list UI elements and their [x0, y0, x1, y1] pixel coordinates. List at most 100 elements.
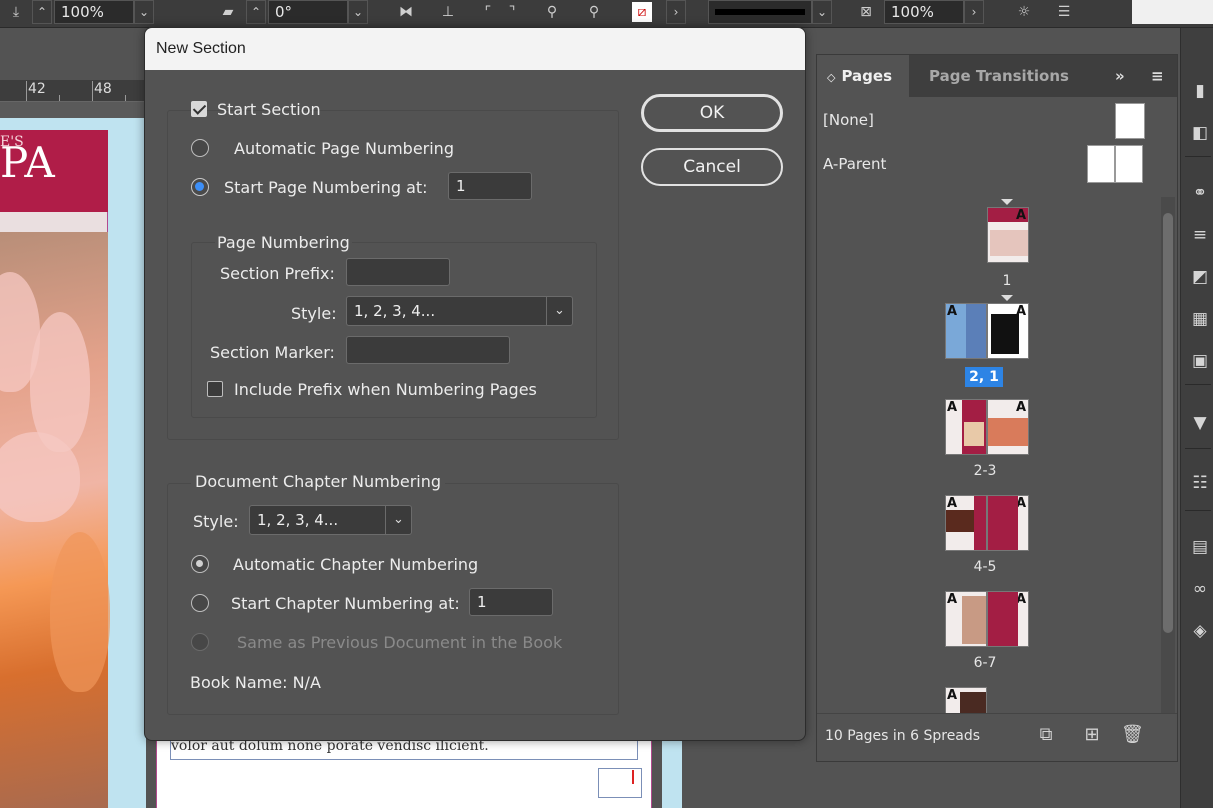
text-frame[interactable]: [598, 768, 642, 798]
panel-dock: ▮ ◧ ⚭ ≡ ◩ ▦ ▣ ▼ ☷ ▤ ∞ ◈: [1180, 28, 1213, 808]
section-marker-label: Section Marker:: [210, 343, 335, 362]
page-thumbnail[interactable]: A: [987, 207, 1029, 263]
chapter-numbering-heading: Document Chapter Numbering: [191, 472, 446, 491]
parent-row-none[interactable]: [None]: [817, 99, 1157, 141]
start-chapter-numbering-radio[interactable]: [191, 594, 209, 612]
start-page-numbering-label: Start Page Numbering at:: [224, 178, 428, 197]
reference-point-icon[interactable]: ⤓: [6, 2, 26, 22]
page-thumbnail[interactable]: A: [945, 591, 987, 647]
effects-icon[interactable]: ☼: [1014, 2, 1034, 22]
parent-name: [None]: [823, 111, 874, 129]
section-prefix-label: Section Prefix:: [220, 264, 335, 283]
start-chapter-number-input[interactable]: 1: [469, 588, 553, 616]
pages-panel: ◇ Pages Page Transitions » ≡ [None] A-Par…: [816, 54, 1178, 762]
style-label: Style:: [291, 304, 337, 323]
flip-icon[interactable]: ⧓: [396, 2, 416, 22]
spread-label-selected: 2, 1: [965, 367, 1003, 387]
start-section-label: Start Section: [217, 100, 321, 119]
page-marker-icon: [1001, 199, 1013, 205]
stepper-icon[interactable]: ⌃: [246, 0, 266, 24]
page-thumbnail[interactable]: A: [987, 495, 1029, 551]
include-prefix-checkbox[interactable]: [207, 381, 223, 397]
sort-icon: ◇: [827, 71, 836, 84]
scale-x-field[interactable]: 100%: [54, 0, 134, 24]
new-section-dialog: New Section Start Section Automatic Page…: [144, 27, 806, 741]
same-as-previous-label: Same as Previous Document in the Book: [237, 633, 563, 652]
parent-name: A-Parent: [823, 155, 887, 173]
same-as-previous-radio[interactable]: [191, 633, 209, 651]
spreads-list: A 1 A A 2, 1 A A 2-3 A A 4-5 A A 6-7 A: [817, 197, 1159, 713]
bracket-icon[interactable]: ⌜: [478, 2, 498, 22]
media-icon[interactable]: ▤: [1189, 536, 1211, 558]
page-bleed-right: [662, 740, 682, 808]
chapter-style-label: Style:: [193, 512, 239, 531]
layers-stack-icon[interactable]: ◈: [1189, 620, 1211, 642]
panel-tabs: ◇ Pages Page Transitions » ≡: [817, 55, 1177, 97]
delete-icon[interactable]: 🗑: [1121, 724, 1144, 746]
tab-page-transitions[interactable]: Page Transitions: [929, 55, 1079, 97]
chevron-down-icon[interactable]: ⌄: [134, 0, 154, 24]
chevron-down-icon[interactable]: ⌄: [348, 0, 368, 24]
new-page-icon[interactable]: ⊞: [1081, 724, 1103, 746]
pages-icon[interactable]: ▮: [1189, 80, 1211, 102]
ok-button[interactable]: OK: [641, 94, 783, 132]
bracket-icon[interactable]: ⌝: [502, 2, 522, 22]
expand-icon[interactable]: »: [1115, 55, 1135, 97]
page-thumbnail[interactable]: A: [987, 303, 1029, 359]
search-box[interactable]: [1132, 0, 1213, 24]
chapter-style-value: 1, 2, 3, 4...: [257, 511, 339, 529]
start-page-number-input[interactable]: 1: [448, 172, 532, 200]
text-wrap-icon[interactable]: ☷: [1189, 472, 1211, 494]
stroke-icon[interactable]: ≡: [1189, 224, 1211, 246]
parent-thumbnail: [1115, 103, 1145, 139]
links-icon[interactable]: ⚭: [1189, 182, 1211, 204]
align-bottom-icon[interactable]: ☰: [1054, 2, 1074, 22]
lotus-photo: [0, 232, 110, 808]
section-prefix-input[interactable]: [346, 258, 450, 286]
stroke-style-select[interactable]: [708, 0, 812, 24]
fill-stroke-icon[interactable]: ⧄: [632, 2, 652, 22]
bookmark-icon[interactable]: ▼: [1189, 412, 1211, 434]
page-marker-icon: [1001, 295, 1013, 301]
page-thumbnail[interactable]: A: [987, 591, 1029, 647]
spa-logo-text: PA: [0, 138, 55, 187]
start-section-checkbox[interactable]: [191, 101, 207, 117]
rotation-field[interactable]: 0°: [268, 0, 348, 24]
hierarchy-icon[interactable]: ⚲: [542, 2, 562, 22]
image-icon[interactable]: ▣: [1189, 350, 1211, 372]
spreads-scrollbar[interactable]: [1161, 197, 1175, 713]
page-thumbnail[interactable]: A: [945, 495, 987, 551]
scroll-thumb[interactable]: [1163, 213, 1173, 633]
layers-icon[interactable]: ◧: [1189, 122, 1211, 144]
opacity-field[interactable]: 100%: [884, 0, 964, 24]
chevron-right-icon[interactable]: ›: [964, 0, 984, 24]
edit-page-size-icon[interactable]: ⧉: [1035, 724, 1057, 746]
automatic-page-numbering-radio[interactable]: [191, 139, 209, 157]
hierarchy-icon[interactable]: ⚲: [584, 2, 604, 22]
section-marker-input[interactable]: [346, 336, 510, 364]
page-style-select[interactable]: 1, 2, 3, 4... ⌄: [346, 296, 573, 326]
stepper-icon[interactable]: ⌃: [32, 0, 52, 24]
chapter-style-select[interactable]: 1, 2, 3, 4... ⌄: [249, 505, 412, 535]
chevron-down-icon[interactable]: ⌄: [812, 0, 832, 24]
page-thumbnail[interactable]: A: [945, 399, 987, 455]
automatic-chapter-numbering-radio[interactable]: [191, 555, 209, 573]
page-thumbnail[interactable]: A: [945, 303, 987, 359]
parent-row-a[interactable]: A-Parent: [817, 143, 1157, 185]
spread-label: 2-3: [973, 463, 997, 479]
page-style-value: 1, 2, 3, 4...: [354, 302, 436, 320]
grid-icon[interactable]: ▦: [1189, 308, 1211, 330]
spread-label: 6-7: [973, 655, 997, 671]
page-thumbnail[interactable]: A: [987, 399, 1029, 455]
chevron-down-icon: ⌄: [385, 506, 411, 534]
chevron-right-icon[interactable]: ›: [666, 0, 686, 24]
start-page-numbering-radio[interactable]: [191, 178, 209, 196]
tab-pages[interactable]: ◇ Pages: [817, 55, 909, 97]
cancel-button[interactable]: Cancel: [641, 148, 783, 186]
hyperlink-icon[interactable]: ∞: [1189, 578, 1211, 600]
include-prefix-label: Include Prefix when Numbering Pages: [234, 380, 537, 399]
page-thumbnail[interactable]: A: [945, 687, 987, 713]
swatches-icon[interactable]: ◩: [1189, 266, 1211, 288]
align-icon[interactable]: ⊥: [438, 2, 458, 22]
menu-icon[interactable]: ≡: [1151, 55, 1171, 97]
